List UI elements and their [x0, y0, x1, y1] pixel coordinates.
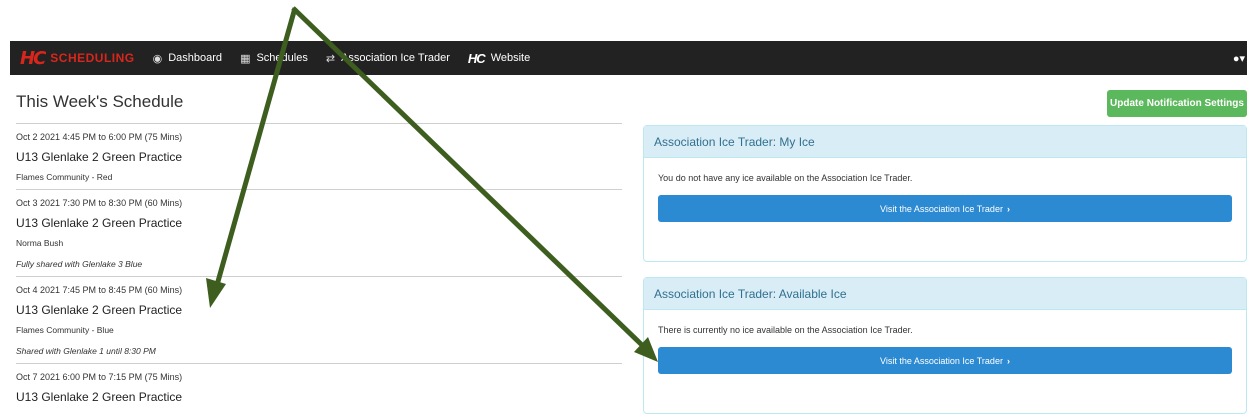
available-ice-panel: Association Ice Trader: Available Ice Th…	[643, 277, 1247, 414]
nav-ice-trader[interactable]: ⇄ Association Ice Trader	[326, 52, 450, 65]
visit-ice-trader-button[interactable]: Visit the Association Ice Trader ›	[658, 347, 1232, 374]
nav-schedules-label: Schedules	[256, 52, 308, 64]
schedule-item: Oct 2 2021 4:45 PM to 6:00 PM (75 Mins) …	[16, 123, 622, 189]
nav-website[interactable]: HC Website	[468, 51, 530, 66]
schedule-title: U13 Glenlake 2 Green Practice	[16, 303, 183, 317]
hc-logo-icon: HC	[467, 50, 486, 66]
update-notification-settings-button[interactable]: Update Notification Settings	[1107, 90, 1247, 117]
schedule-item: Oct 7 2021 6:00 PM to 7:15 PM (75 Mins) …	[16, 363, 622, 410]
my-ice-panel-title: Association Ice Trader: My Ice	[644, 126, 1246, 158]
schedule-time: Oct 3 2021 7:30 PM to 8:30 PM (60 Mins)	[16, 198, 183, 208]
hc-logo: HC	[20, 47, 46, 69]
nav-dashboard[interactable]: ◉ Dashboard	[153, 52, 222, 65]
nav-website-label: Website	[490, 52, 531, 64]
visit-ice-trader-button[interactable]: Visit the Association Ice Trader ›	[658, 195, 1232, 222]
available-ice-panel-title: Association Ice Trader: Available Ice	[644, 278, 1246, 310]
page-title: This Week's Schedule	[16, 92, 184, 111]
schedule-title: U13 Glenlake 2 Green Practice	[16, 216, 183, 230]
schedule-location: Flames Community - Red	[16, 172, 113, 182]
schedule-share-note: Shared with Glenlake 1 until 8:30 PM	[16, 346, 156, 356]
schedule-location: Norma Bush	[16, 238, 64, 248]
exchange-icon: ⇄	[325, 52, 336, 65]
nav-ice-trader-label: Association Ice Trader	[341, 52, 450, 64]
top-navbar: HC SCHEDULING ◉ Dashboard ▦ Schedules ⇄ …	[10, 41, 1247, 75]
schedule-time: Oct 4 2021 7:45 PM to 8:45 PM (60 Mins)	[16, 285, 183, 295]
schedule-item: Oct 4 2021 7:45 PM to 8:45 PM (60 Mins) …	[16, 276, 622, 363]
schedule-time: Oct 2 2021 4:45 PM to 6:00 PM (75 Mins)	[16, 132, 183, 142]
user-menu[interactable]: ●▾	[1233, 52, 1245, 65]
calendar-icon: ▦	[240, 52, 251, 65]
my-ice-panel: Association Ice Trader: My Ice You do no…	[643, 125, 1247, 262]
schedule-time: Oct 7 2021 6:00 PM to 7:15 PM (75 Mins)	[16, 372, 183, 382]
chevron-right-icon: ›	[1006, 355, 1010, 366]
dashboard-icon: ◉	[152, 52, 163, 65]
my-ice-message: You do not have any ice available on the…	[658, 173, 913, 183]
user-icon: ●▾	[1232, 52, 1245, 65]
brand-link[interactable]: HC SCHEDULING	[20, 48, 135, 69]
schedule-title: U13 Glenlake 2 Green Practice	[16, 390, 183, 404]
schedule-item: Oct 3 2021 7:30 PM to 8:30 PM (60 Mins) …	[16, 189, 622, 276]
schedule-title: U13 Glenlake 2 Green Practice	[16, 150, 183, 164]
nav-schedules[interactable]: ▦ Schedules	[240, 52, 308, 65]
visit-ice-trader-label: Visit the Association Ice Trader	[880, 203, 1003, 214]
nav-dashboard-label: Dashboard	[168, 52, 223, 64]
brand-text: SCHEDULING	[50, 51, 135, 65]
schedule-location: Flames Community - Blue	[16, 325, 114, 335]
available-ice-message: There is currently no ice available on t…	[658, 325, 913, 335]
schedule-section: This Week's Schedule Oct 2 2021 4:45 PM …	[16, 92, 622, 410]
schedule-share-note: Fully shared with Glenlake 3 Blue	[16, 259, 143, 269]
visit-ice-trader-label: Visit the Association Ice Trader	[880, 355, 1003, 366]
chevron-right-icon: ›	[1006, 203, 1010, 214]
